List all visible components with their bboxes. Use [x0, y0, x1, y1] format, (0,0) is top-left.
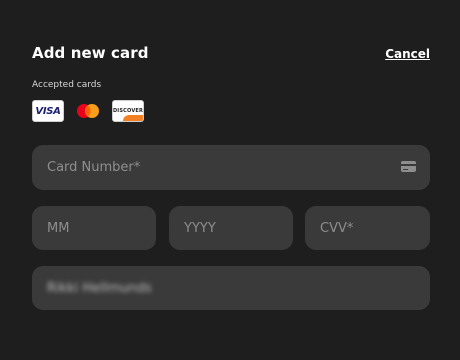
card-number-input[interactable]: [47, 160, 430, 175]
cardholder-name-field[interactable]: Rikki Hellmunds: [32, 266, 430, 310]
cvv-field[interactable]: [305, 206, 430, 250]
cancel-link[interactable]: Cancel: [385, 47, 430, 61]
expiry-year-field[interactable]: [169, 206, 293, 250]
visa-logo-text: VISA: [35, 105, 61, 117]
card-number-field[interactable]: [32, 145, 430, 190]
expiry-year-input[interactable]: [184, 220, 293, 236]
discover-logo-icon: DISCOVER: [112, 100, 144, 122]
credit-card-icon: [401, 161, 416, 172]
accepted-cards-logos: VISA DISCOVER: [32, 99, 144, 123]
mastercard-circles-icon: [77, 104, 99, 118]
expiry-month-field[interactable]: [32, 206, 156, 250]
mastercard-logo-icon: [73, 100, 103, 122]
expiry-month-input[interactable]: [47, 220, 156, 236]
discover-logo-text: DISCOVER: [112, 108, 144, 114]
discover-accent: [123, 115, 143, 121]
modal-title: Add new card: [32, 44, 149, 62]
accepted-cards-label: Accepted cards: [32, 80, 102, 90]
cardholder-name-value[interactable]: Rikki Hellmunds: [47, 281, 152, 296]
cvv-input[interactable]: [320, 220, 430, 236]
visa-logo-icon: VISA: [32, 100, 64, 122]
